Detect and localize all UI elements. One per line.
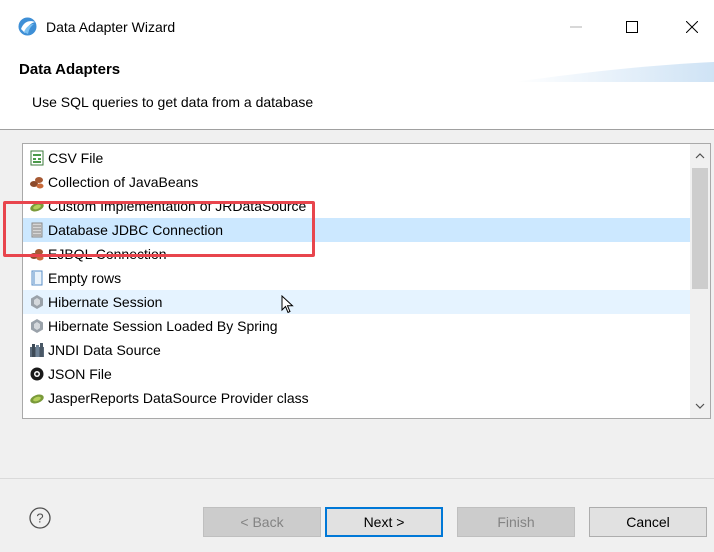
scroll-thumb[interactable] xyxy=(692,168,708,289)
list-item-database-jdbc-connection[interactable]: Database JDBC Connection xyxy=(23,218,691,242)
title-bar: Data Adapter Wizard xyxy=(0,0,714,52)
list-item-label: Hibernate Session Loaded By Spring xyxy=(48,318,278,334)
jndi-icon xyxy=(29,342,45,358)
beans-icon xyxy=(29,246,45,262)
close-button[interactable] xyxy=(672,14,712,40)
json-icon xyxy=(29,366,45,382)
list-item-hibernate-session-loaded-by-spring[interactable]: Hibernate Session Loaded By Spring xyxy=(23,314,691,338)
minimize-button[interactable] xyxy=(556,14,596,40)
scroll-up-button[interactable] xyxy=(690,146,710,166)
list-item-custom-implementation-of-jrdatasource[interactable]: Custom Implementation of JRDataSource xyxy=(23,194,691,218)
list-item-label: JasperReports DataSource Provider class xyxy=(48,390,309,406)
scroll-down-button[interactable] xyxy=(690,396,710,416)
help-icon[interactable]: ? xyxy=(29,507,51,529)
list-item-label: JSON File xyxy=(48,366,112,382)
minimize-icon xyxy=(570,26,582,28)
list-item-label: JNDI Data Source xyxy=(48,342,161,358)
finish-button[interactable]: Finish xyxy=(457,507,575,537)
list-item-label: Hibernate Session xyxy=(48,294,163,310)
list-item-empty-rows[interactable]: Empty rows xyxy=(23,266,691,290)
hibernate-icon xyxy=(29,318,45,334)
database-icon xyxy=(29,222,45,238)
hibernate-icon xyxy=(29,294,45,310)
data-adapter-wizard-window: Data Adapter Wizard Data Adapters Use SQ… xyxy=(0,0,714,552)
chevron-down-icon xyxy=(695,403,705,409)
list-item-label: Collection of JavaBeans xyxy=(48,174,199,190)
vertical-scrollbar[interactable] xyxy=(690,144,710,418)
list-item-jasperreports-datasource-provider-class[interactable]: JasperReports DataSource Provider class xyxy=(23,386,691,410)
custom-source-icon xyxy=(29,390,45,406)
list-item-ejbql-connection[interactable]: EJBQL Connection xyxy=(23,242,691,266)
list-item-csv-file[interactable]: CSV File xyxy=(23,146,691,170)
list-item-label: CSV File xyxy=(48,150,104,166)
custom-source-icon xyxy=(29,198,45,214)
wizard-header-banner: Data Adapters Use SQL queries to get dat… xyxy=(0,52,714,130)
jaspersoft-app-icon xyxy=(18,17,37,36)
svg-text:?: ? xyxy=(36,511,43,526)
beans-icon xyxy=(29,174,45,190)
banner-decoration xyxy=(514,62,714,82)
list-item-jndi-data-source[interactable]: JNDI Data Source xyxy=(23,338,691,362)
list-item-label: EJBQL Connection xyxy=(48,246,167,262)
close-icon xyxy=(686,21,698,33)
list-item-collection-of-javabeans[interactable]: Collection of JavaBeans xyxy=(23,170,691,194)
csv-file-icon xyxy=(29,150,45,166)
list-item-hibernate-session[interactable]: Hibernate Session xyxy=(23,290,691,314)
button-bar-separator xyxy=(0,478,714,479)
list-item-label: Custom Implementation of JRDataSource xyxy=(48,198,307,214)
list-item-json-file[interactable]: JSON File xyxy=(23,362,691,386)
back-button[interactable]: < Back xyxy=(203,507,321,537)
empty-rows-icon xyxy=(29,270,45,286)
cancel-button[interactable]: Cancel xyxy=(589,507,707,537)
maximize-button[interactable] xyxy=(612,14,652,40)
chevron-up-icon xyxy=(695,153,705,159)
page-description: Use SQL queries to get data from a datab… xyxy=(32,94,314,110)
maximize-icon xyxy=(626,21,638,33)
adapter-type-list[interactable]: CSV File Collection of JavaBeans Custom Im… xyxy=(22,143,711,419)
mouse-pointer-icon xyxy=(281,295,294,314)
next-button[interactable]: Next > xyxy=(325,507,443,537)
page-title: Data Adapters xyxy=(19,61,121,78)
list-item-label: Empty rows xyxy=(48,270,122,286)
list-item-label: Database JDBC Connection xyxy=(48,222,224,238)
window-title: Data Adapter Wizard xyxy=(46,19,176,35)
